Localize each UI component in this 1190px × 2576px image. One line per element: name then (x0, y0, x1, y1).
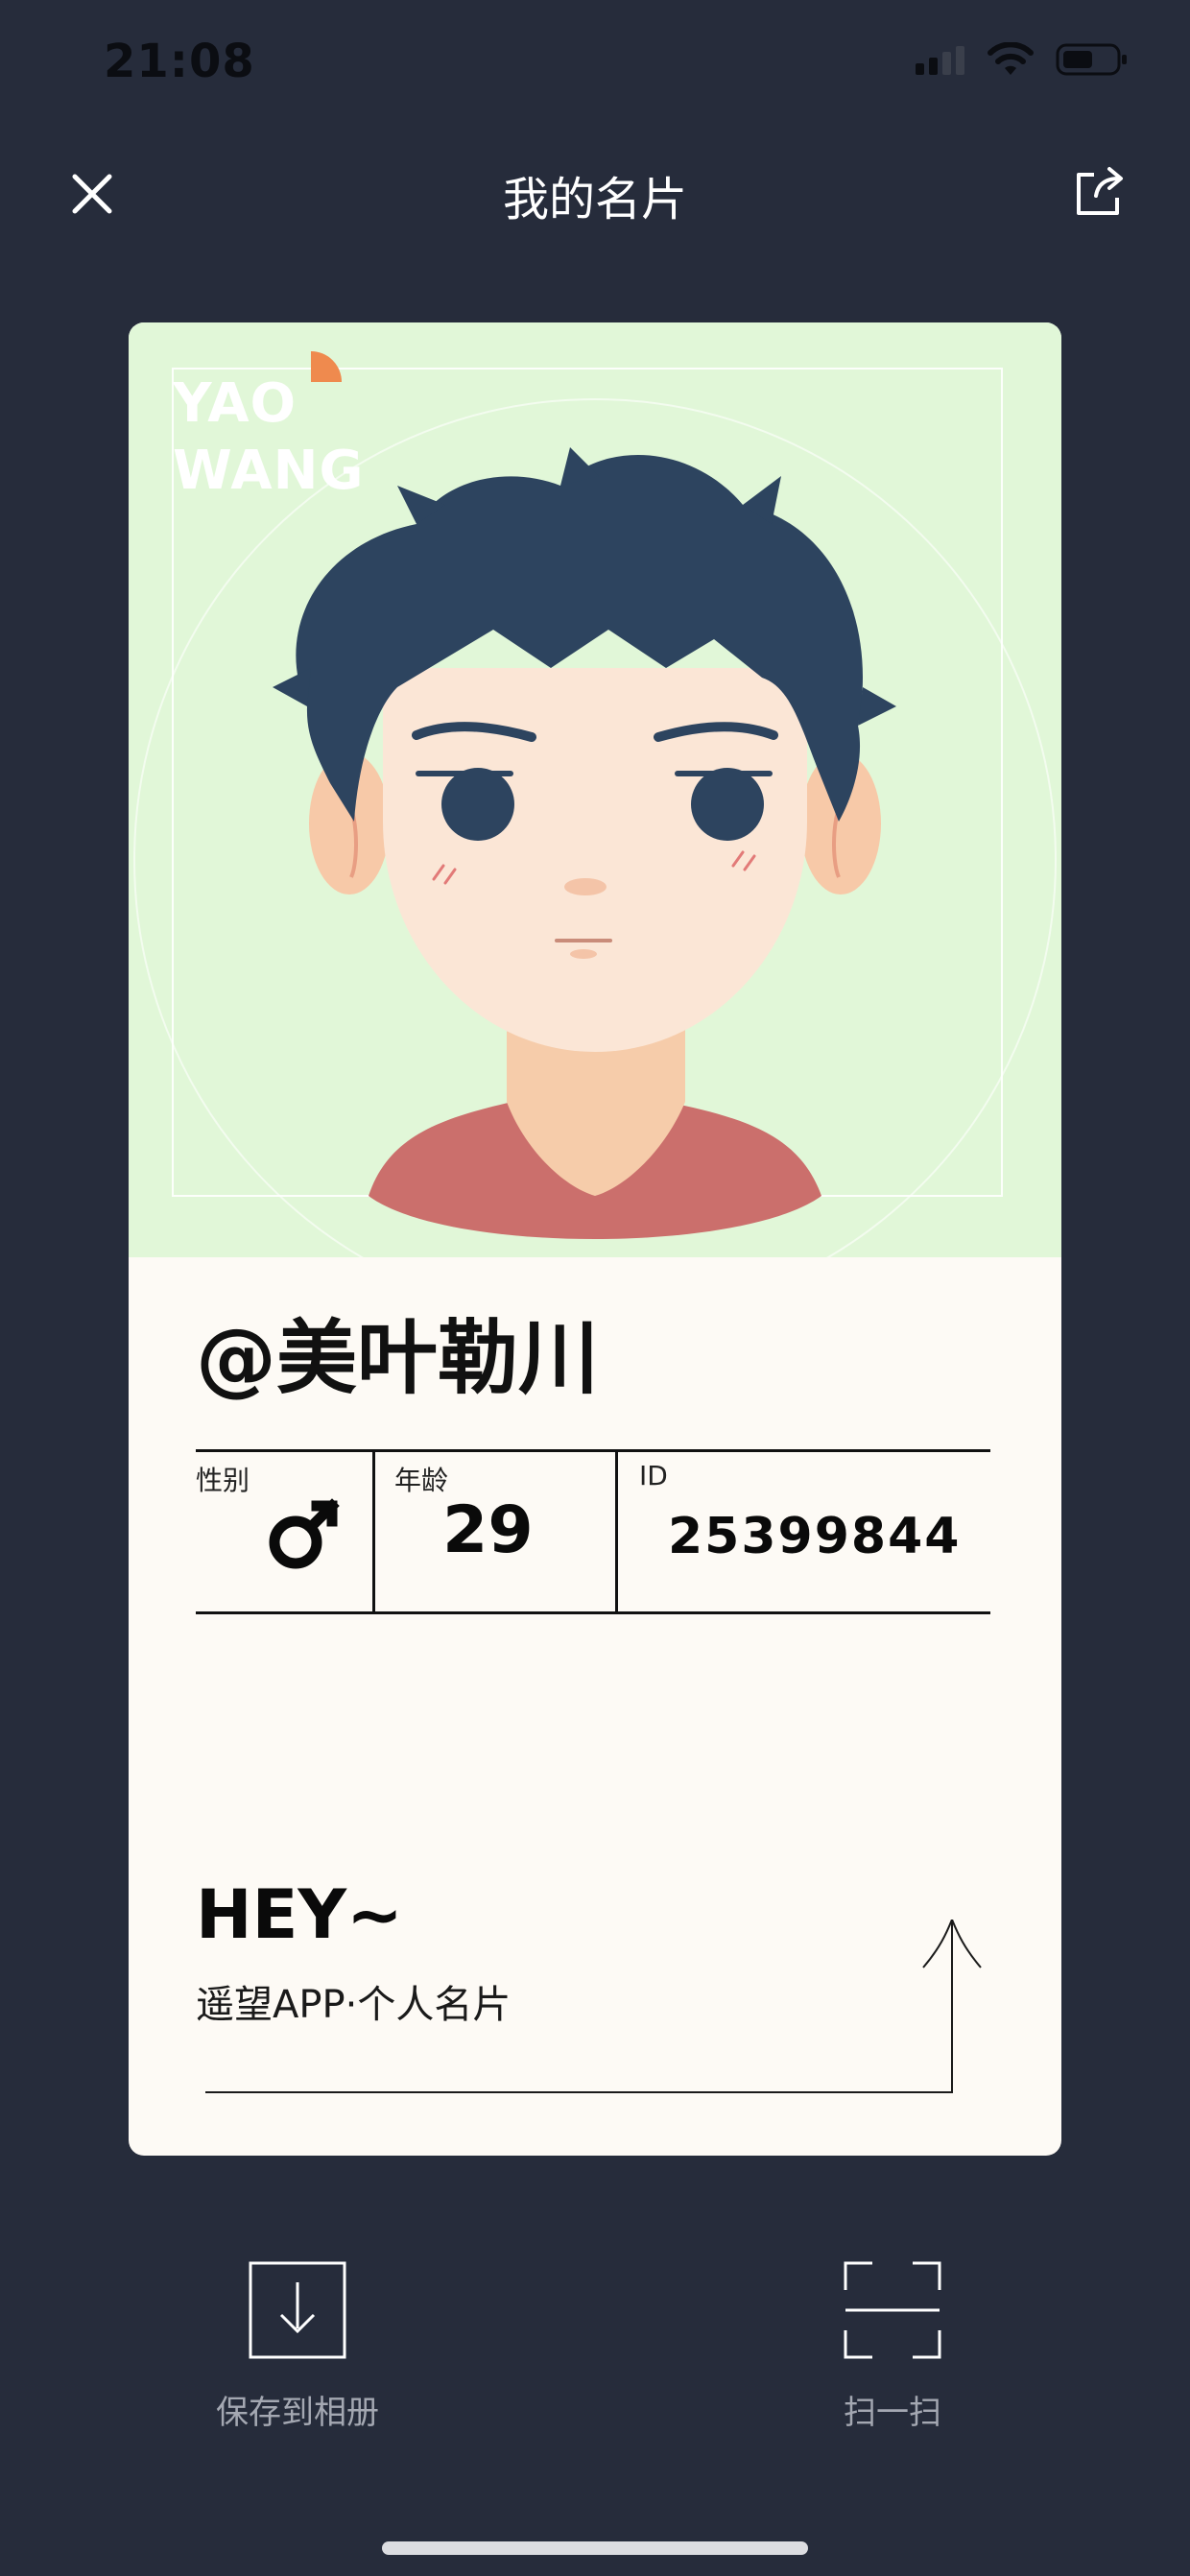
battery-icon (1056, 43, 1127, 76)
brand-logo-text: YAO WANG (173, 372, 365, 502)
id-label: ID (639, 1460, 668, 1491)
wifi-icon (988, 42, 1034, 75)
age-value: 29 (442, 1492, 534, 1568)
business-card: YAO WANG @美叶勒川 性别 年龄 29 ID 25399844 HEY~… (129, 322, 1061, 2156)
cellular-signal-icon (916, 46, 964, 75)
home-indicator[interactable] (382, 2541, 808, 2555)
male-symbol-icon (269, 1498, 340, 1569)
card-avatar-panel: YAO WANG (129, 322, 1061, 1257)
brand-accent-icon (311, 351, 342, 382)
share-icon[interactable] (1067, 161, 1129, 223)
save-to-album-button[interactable]: 保存到相册 (173, 2261, 422, 2433)
scan-button[interactable]: 扫一扫 (768, 2261, 1017, 2433)
download-icon (249, 2261, 346, 2359)
id-value: 25399844 (668, 1508, 962, 1565)
scan-label: 扫一扫 (844, 2394, 941, 2432)
status-time: 21:08 (104, 35, 255, 88)
profile-info-table: 性别 年龄 29 ID 25399844 (196, 1449, 990, 1614)
navigation-bar: 我的名片 (0, 144, 1190, 240)
age-label: 年龄 (394, 1465, 449, 1496)
scan-icon (844, 2261, 941, 2359)
save-to-album-label: 保存到相册 (216, 2394, 379, 2432)
id-cell: ID 25399844 (618, 1452, 990, 1611)
user-handle: @美叶勒川 (196, 1311, 600, 1405)
status-icons (916, 42, 1129, 77)
gender-label: 性别 (196, 1465, 250, 1496)
age-cell: 年龄 29 (375, 1452, 618, 1611)
page-title: 我的名片 (502, 173, 687, 227)
status-bar: 21:08 (0, 0, 1190, 125)
arrow-up-line-icon (205, 1920, 982, 2093)
gender-cell: 性别 (196, 1452, 375, 1611)
